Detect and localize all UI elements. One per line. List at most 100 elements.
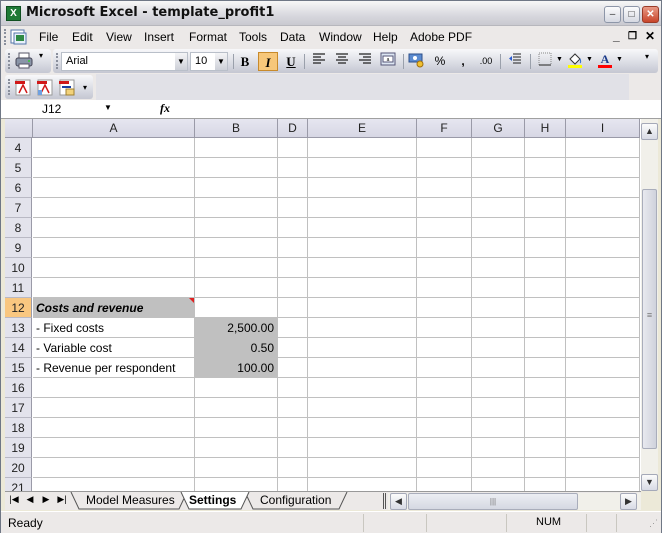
cell-i21[interactable]	[566, 478, 640, 491]
cell-g13[interactable]	[472, 318, 525, 338]
vertical-scroll-thumb[interactable]: ≡	[642, 189, 657, 449]
cell-e11[interactable]	[308, 278, 417, 298]
row-header-11[interactable]: 11	[5, 278, 32, 298]
cell-a21[interactable]	[33, 478, 195, 491]
cell-g11[interactable]	[472, 278, 525, 298]
row-header-15[interactable]: 15	[5, 358, 32, 378]
chevron-down-icon[interactable]: ▼	[175, 53, 187, 70]
convert-to-pdf-icon[interactable]	[14, 79, 32, 96]
cell-a4[interactable]	[33, 138, 195, 158]
cell-f21[interactable]	[417, 478, 472, 491]
cell-g4[interactable]	[472, 138, 525, 158]
row-header-20[interactable]: 20	[5, 458, 32, 478]
row-header-16[interactable]: 16	[5, 378, 32, 398]
cell-f14[interactable]	[417, 338, 472, 358]
cell-b6[interactable]	[195, 178, 278, 198]
cell-b12[interactable]	[195, 298, 278, 318]
cell-g12[interactable]	[472, 298, 525, 318]
borders-dropdown-icon[interactable]: ▼	[556, 56, 563, 63]
cell-h21[interactable]	[525, 478, 566, 491]
row-header-13[interactable]: 13	[5, 318, 32, 338]
cell-e7[interactable]	[308, 198, 417, 218]
row-header-18[interactable]: 18	[5, 418, 32, 438]
fill-color-button[interactable]	[565, 52, 585, 71]
cell-a14[interactable]: - Variable cost	[33, 338, 195, 358]
cell-e4[interactable]	[308, 138, 417, 158]
cell-h17[interactable]	[525, 398, 566, 418]
cell-f13[interactable]	[417, 318, 472, 338]
cell-f20[interactable]	[417, 458, 472, 478]
cell-g6[interactable]	[472, 178, 525, 198]
cell-d5[interactable]	[278, 158, 308, 178]
cell-i7[interactable]	[566, 198, 640, 218]
toolbar-options-icon[interactable]: ▾	[83, 83, 87, 92]
menubar-grip[interactable]	[4, 29, 6, 45]
cell-d4[interactable]	[278, 138, 308, 158]
convert-and-send-pdf-icon[interactable]	[58, 79, 76, 96]
cell-d16[interactable]	[278, 378, 308, 398]
cell-a5[interactable]	[33, 158, 195, 178]
first-sheet-icon[interactable]: |◀	[8, 494, 20, 505]
cell-e19[interactable]	[308, 438, 417, 458]
row-header-9[interactable]: 9	[5, 238, 32, 258]
scroll-right-button[interactable]: ▶	[620, 493, 637, 510]
cell-i4[interactable]	[566, 138, 640, 158]
cell-a16[interactable]	[33, 378, 195, 398]
cell-e18[interactable]	[308, 418, 417, 438]
cell-f5[interactable]	[417, 158, 472, 178]
cell-f4[interactable]	[417, 138, 472, 158]
cell-d20[interactable]	[278, 458, 308, 478]
menu-tools[interactable]: Tools	[239, 30, 267, 44]
cell-a9[interactable]	[33, 238, 195, 258]
cell-h12[interactable]	[525, 298, 566, 318]
name-box-dropdown-icon[interactable]: ▼	[104, 103, 112, 112]
align-left-button[interactable]	[309, 52, 329, 71]
cell-d15[interactable]	[278, 358, 308, 378]
cell-g8[interactable]	[472, 218, 525, 238]
cell-d17[interactable]	[278, 398, 308, 418]
cell-i14[interactable]	[566, 338, 640, 358]
cell-i18[interactable]	[566, 418, 640, 438]
row-header-17[interactable]: 17	[5, 398, 32, 418]
font-color-dropdown-icon[interactable]: ▼	[616, 56, 623, 63]
cell-e13[interactable]	[308, 318, 417, 338]
cell-d18[interactable]	[278, 418, 308, 438]
menu-view[interactable]: View	[106, 30, 132, 44]
cell-a17[interactable]	[33, 398, 195, 418]
cell-i17[interactable]	[566, 398, 640, 418]
cell-e16[interactable]	[308, 378, 417, 398]
cell-h18[interactable]	[525, 418, 566, 438]
insert-function-icon[interactable]: fx	[160, 101, 170, 116]
chevron-down-icon[interactable]: ▼	[215, 53, 227, 70]
cell-g17[interactable]	[472, 398, 525, 418]
decrease-indent-button[interactable]	[505, 52, 525, 71]
cell-e9[interactable]	[308, 238, 417, 258]
cell-f11[interactable]	[417, 278, 472, 298]
cell-a11[interactable]	[33, 278, 195, 298]
underline-button[interactable]: U	[281, 52, 301, 71]
cell-d13[interactable]	[278, 318, 308, 338]
cell-b4[interactable]	[195, 138, 278, 158]
cell-d11[interactable]	[278, 278, 308, 298]
comma-style-button[interactable]: ,	[453, 52, 473, 71]
cell-e20[interactable]	[308, 458, 417, 478]
cell-e6[interactable]	[308, 178, 417, 198]
column-header-h[interactable]: H	[525, 119, 566, 138]
cell-b13[interactable]: 2,500.00	[195, 318, 278, 338]
percent-style-button[interactable]: %	[430, 52, 450, 71]
cell-d10[interactable]	[278, 258, 308, 278]
cell-b10[interactable]	[195, 258, 278, 278]
cell-a13[interactable]: - Fixed costs	[33, 318, 195, 338]
doc-minimize-button[interactable]: _	[613, 29, 620, 43]
worksheet-grid[interactable]: A B D E F G H I 4 5 6 7 8 9 10 11 12 Costs and revenue 13-…	[5, 119, 641, 491]
font-name-dropdown[interactable]: Arial ▼	[61, 52, 188, 71]
menu-help[interactable]: Help	[373, 30, 398, 44]
cell-d6[interactable]	[278, 178, 308, 198]
cell-i9[interactable]	[566, 238, 640, 258]
align-center-button[interactable]	[332, 52, 352, 71]
cell-b14[interactable]: 0.50	[195, 338, 278, 358]
cell-b19[interactable]	[195, 438, 278, 458]
cell-g7[interactable]	[472, 198, 525, 218]
cell-h9[interactable]	[525, 238, 566, 258]
row-header-19[interactable]: 19	[5, 438, 32, 458]
